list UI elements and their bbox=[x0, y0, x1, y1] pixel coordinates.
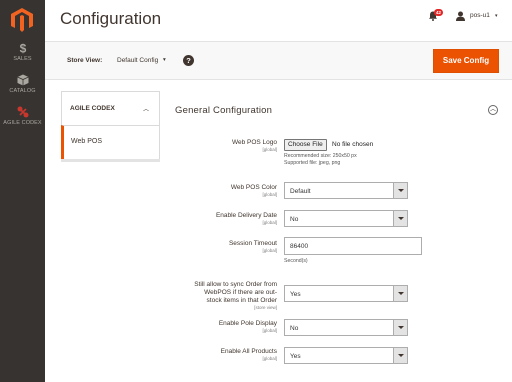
all-products-select[interactable]: Yes bbox=[284, 347, 408, 364]
chevron-up-icon: ︿ bbox=[142, 107, 149, 113]
delivery-date-scope: [global] bbox=[262, 220, 277, 225]
delivery-date-select[interactable]: No bbox=[284, 210, 408, 227]
sync-order-value: Yes bbox=[290, 291, 301, 298]
choose-file-button[interactable]: Choose File bbox=[284, 139, 327, 151]
pole-display-scope: [global] bbox=[262, 328, 277, 333]
pole-display-select[interactable]: No bbox=[284, 319, 408, 336]
session-timeout-input[interactable]: 86400 bbox=[284, 237, 422, 255]
sync-order-label-line3: stock items in that Order bbox=[206, 297, 277, 304]
magento-logo-icon[interactable] bbox=[11, 8, 33, 32]
nav-catalog-label: CATALOG bbox=[9, 88, 36, 94]
all-products-value: Yes bbox=[290, 353, 301, 360]
nav-catalog[interactable]: CATALOG bbox=[0, 74, 45, 94]
web-pos-logo-scope: [global] bbox=[262, 147, 277, 152]
sync-order-label-line2: WebPOS if there are out- bbox=[204, 289, 277, 296]
cube-icon bbox=[16, 74, 29, 86]
sync-order-select[interactable]: Yes bbox=[284, 285, 408, 302]
web-pos-color-select[interactable]: Default bbox=[284, 182, 408, 199]
user-menu-caret-icon[interactable]: ▾ bbox=[495, 13, 498, 19]
chevron-down-icon bbox=[393, 211, 407, 226]
session-timeout-scope: [global] bbox=[262, 248, 277, 253]
logo-filetype-note: Supported file: jpeg, png bbox=[284, 160, 341, 166]
pole-display-value: No bbox=[290, 325, 299, 332]
svg-text:$: $ bbox=[19, 42, 26, 54]
nav-sales[interactable]: $ SALES bbox=[0, 42, 45, 62]
tab-divider bbox=[61, 159, 160, 162]
all-products-label-text: Enable All Products bbox=[220, 348, 277, 355]
all-products-label: Enable All Products [global] bbox=[221, 348, 277, 362]
session-timeout-unit: Second(s) bbox=[284, 258, 308, 264]
web-pos-logo-label: Web POS Logo [global] bbox=[232, 139, 277, 153]
config-tabs: AGILE CODEX ︿ Web POS bbox=[61, 91, 160, 162]
web-pos-color-label: Web POS Color [global] bbox=[231, 184, 277, 198]
tab-group-title: AGILE CODEX bbox=[70, 105, 115, 112]
chevron-down-icon bbox=[393, 286, 407, 301]
chevron-down-icon bbox=[393, 183, 407, 198]
sync-order-label-line1: Still allow to sync Order from bbox=[194, 281, 277, 288]
logo-size-note: Recommended size: 250x50 px bbox=[284, 153, 357, 159]
nav-agile-codex-label: AGILE CODEX bbox=[3, 120, 42, 126]
user-name[interactable]: pos-u1 bbox=[470, 12, 490, 19]
all-products-scope: [global] bbox=[262, 356, 277, 361]
chevron-down-icon bbox=[393, 348, 407, 363]
session-timeout-label-text: Session Timeout bbox=[228, 240, 277, 247]
nav-agile-codex[interactable]: AGILE CODEX bbox=[0, 106, 45, 126]
dollar-icon: $ bbox=[19, 42, 26, 54]
notification-count-badge[interactable]: 42 bbox=[434, 9, 444, 16]
admin-sidebar: $ SALES CATALOG AGILE CODEX bbox=[0, 0, 45, 382]
tab-group-agile-codex[interactable]: AGILE CODEX ︿ bbox=[61, 91, 160, 125]
sync-order-label: Still allow to sync Order from WebPOS if… bbox=[194, 281, 277, 311]
store-view-caret-icon[interactable]: ▾ bbox=[163, 57, 166, 63]
store-view-label: Store View: bbox=[67, 57, 103, 64]
help-icon[interactable]: ? bbox=[183, 55, 194, 66]
session-timeout-label: Session Timeout [global] bbox=[229, 240, 277, 254]
section-title[interactable]: General Configuration bbox=[175, 105, 272, 116]
nav-sales-label: SALES bbox=[13, 56, 32, 62]
delivery-date-value: No bbox=[290, 216, 299, 223]
web-pos-color-scope: [global] bbox=[262, 192, 277, 197]
save-config-button[interactable]: Save Config bbox=[433, 49, 499, 73]
page-title: Configuration bbox=[60, 9, 162, 28]
tab-web-pos-label: Web POS bbox=[71, 138, 102, 145]
pole-display-label: Enable Pole Display [global] bbox=[219, 320, 277, 334]
web-pos-color-value: Default bbox=[290, 188, 311, 195]
store-view-bar: Store View: Default Config ▾ ? Save Conf… bbox=[45, 41, 512, 80]
chevron-down-icon bbox=[393, 320, 407, 335]
sync-order-scope: [store view] bbox=[254, 305, 277, 310]
delivery-date-label: Enable Delivery Date [global] bbox=[216, 212, 277, 226]
web-pos-color-label-text: Web POS Color bbox=[230, 184, 277, 191]
app-root: $ SALES CATALOG AGILE CODEX Configuratio… bbox=[0, 0, 512, 382]
web-pos-logo-label-text: Web POS Logo bbox=[231, 139, 277, 146]
file-status: No file chosen bbox=[332, 141, 374, 148]
agile-codex-icon bbox=[17, 106, 28, 118]
store-view-switcher[interactable]: Default Config bbox=[117, 57, 158, 64]
collapse-toggle-icon[interactable]: ︿ bbox=[488, 105, 498, 115]
pole-display-label-text: Enable Pole Display bbox=[218, 320, 277, 327]
tab-web-pos[interactable]: Web POS bbox=[61, 125, 160, 159]
delivery-date-label-text: Enable Delivery Date bbox=[215, 212, 277, 219]
user-icon[interactable] bbox=[456, 11, 465, 21]
